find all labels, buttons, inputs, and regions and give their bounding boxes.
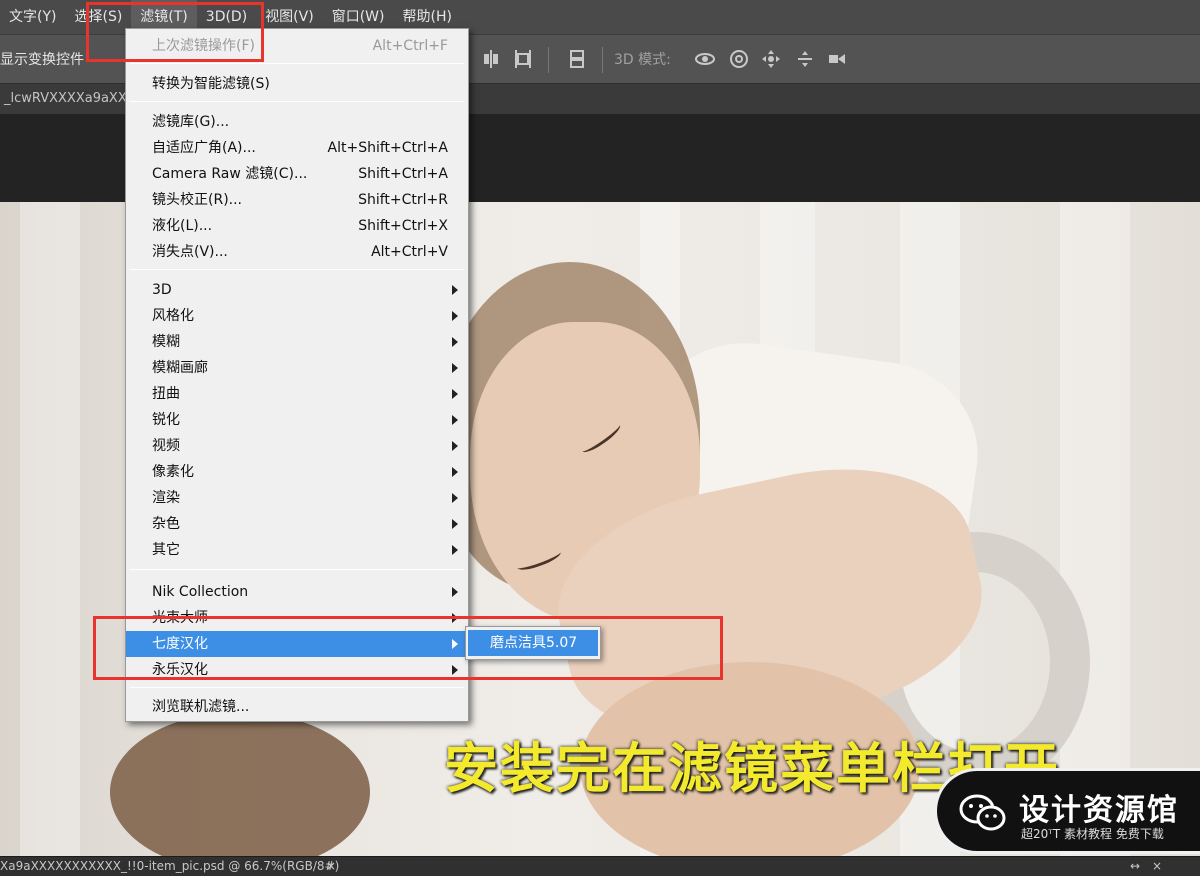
submenu-arrow-icon [452, 415, 458, 425]
menu-item-render[interactable]: 渲染 [126, 485, 468, 511]
show-transform-controls-label[interactable]: 显示变换控件 [0, 49, 84, 69]
expand-panels-icon[interactable]: ↔ [1130, 859, 1140, 873]
menu-type[interactable]: 文字(Y) [0, 0, 65, 34]
submenu-arrow-icon [452, 389, 458, 399]
menu-separator [130, 687, 464, 688]
menu-separator [130, 63, 464, 64]
hair-bottom [110, 712, 370, 856]
close-panel-icon[interactable]: × [1152, 859, 1162, 873]
menu-separator [130, 269, 464, 270]
menu-item-video[interactable]: 视频 [126, 433, 468, 459]
status-bar: Xa9aXXXXXXXXXXX_!!0-item_pic.psd @ 66.7%… [0, 856, 1200, 876]
submenu-arrow-icon [452, 285, 458, 295]
submenu-arrow-icon [452, 519, 458, 529]
watermark-badge: 设计资源馆 超20ᵀT 素材教程 免费下载 [934, 768, 1200, 854]
menu-item-stylize[interactable]: 风格化 [126, 303, 468, 329]
orbit-3d-icon[interactable] [694, 48, 716, 70]
menu-separator [130, 569, 464, 570]
options-separator [548, 47, 549, 73]
menu-separator [130, 101, 464, 102]
align-center-icon[interactable] [480, 48, 502, 70]
submenu-arrow-icon [452, 363, 458, 373]
distribute-icon[interactable] [512, 48, 534, 70]
submenu-arrow-icon [452, 441, 458, 451]
menu-item-blur-gallery[interactable]: 模糊画廊 [126, 355, 468, 381]
menu-item-adaptive-wide-angle[interactable]: 自适应广角(A)... Alt+Shift+Ctrl+A [126, 135, 468, 161]
menu-item-liquify[interactable]: 液化(L)... Shift+Ctrl+X [126, 213, 468, 239]
roll-3d-icon[interactable] [728, 48, 750, 70]
curtain-stripe [20, 202, 80, 856]
watermark-brand: 设计资源馆 [1019, 793, 1179, 828]
submenu-arrow-icon [452, 311, 458, 321]
annotation-box-qidu-item [93, 616, 723, 680]
document-filename: Xa9aXXXXXXXXXXX_!!0-item_pic.psd @ 66.7%… [0, 859, 340, 873]
menu-item-blur[interactable]: 模糊 [126, 329, 468, 355]
menu-item-noise[interactable]: 杂色 [126, 511, 468, 537]
3d-mode-label: 3D 模式: [614, 52, 671, 68]
menu-item-3d[interactable]: 3D [126, 277, 468, 303]
submenu-arrow-icon [452, 545, 458, 555]
zoom-3d-icon[interactable] [826, 48, 848, 70]
menu-item-convert-smart-filter[interactable]: 转换为智能滤镜(S) [126, 71, 468, 97]
menu-item-camera-raw[interactable]: Camera Raw 滤镜(C)... Shift+Ctrl+A [126, 161, 468, 187]
menu-item-lens-correction[interactable]: 镜头校正(R)... Shift+Ctrl+R [126, 187, 468, 213]
drag-3d-icon[interactable] [760, 48, 782, 70]
menu-item-vanishing-point[interactable]: 消失点(V)... Alt+Ctrl+V [126, 239, 468, 265]
curtain-stripe [1060, 202, 1130, 856]
wechat-icon [959, 793, 1007, 833]
submenu-arrow-icon [452, 493, 458, 503]
watermark-tagline: 超20ᵀT 素材教程 免费下载 [1021, 827, 1164, 841]
menu-item-pixelate[interactable]: 像素化 [126, 459, 468, 485]
options-separator [602, 47, 603, 73]
menu-item-browse-online-filters[interactable]: 浏览联机滤镜... [126, 694, 468, 720]
menu-item-sharpen[interactable]: 锐化 [126, 407, 468, 433]
menu-item-nik-collection[interactable]: Nik Collection [126, 579, 468, 605]
menu-item-filter-gallery[interactable]: 滤镜库(G)... [126, 109, 468, 135]
close-document-icon[interactable]: × [326, 859, 336, 873]
submenu-arrow-icon [452, 587, 458, 597]
auto-align-icon[interactable] [566, 48, 588, 70]
annotation-box-filter-menu [86, 2, 264, 62]
menu-item-other[interactable]: 其它 [126, 537, 468, 563]
submenu-arrow-icon [452, 467, 458, 477]
submenu-arrow-icon [452, 337, 458, 347]
menu-item-distort[interactable]: 扭曲 [126, 381, 468, 407]
slide-3d-icon[interactable] [794, 48, 816, 70]
